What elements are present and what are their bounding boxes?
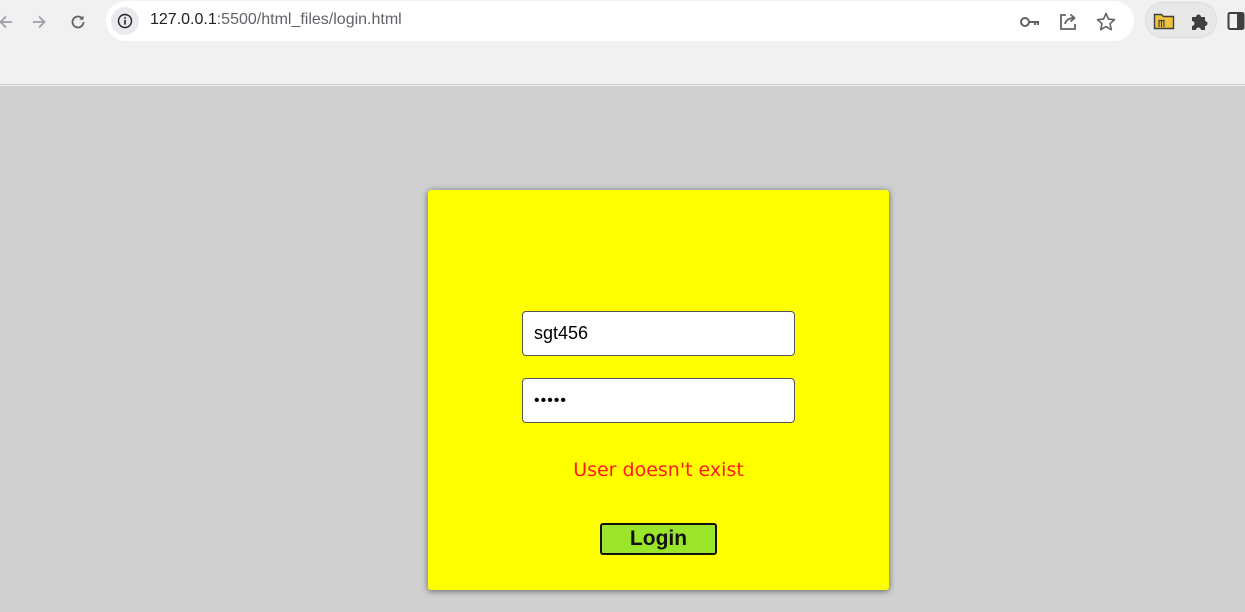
- login-card: User doesn't exist Login: [428, 190, 889, 590]
- password-input[interactable]: [522, 378, 795, 423]
- puzzle-icon[interactable]: [1187, 9, 1211, 33]
- browser-toolbar: 127.0.0.1:5500/html_files/login.html: [0, 0, 1245, 85]
- username-input[interactable]: [522, 311, 795, 356]
- folder-extension-icon[interactable]: [1152, 9, 1176, 33]
- page-content: User doesn't exist Login: [0, 86, 1245, 612]
- share-icon[interactable]: [1056, 10, 1080, 34]
- login-button[interactable]: Login: [600, 523, 717, 555]
- site-info-icon[interactable]: [111, 7, 139, 35]
- url-path: :5500/html_files/login.html: [216, 11, 402, 28]
- side-panel-icon[interactable]: [1227, 11, 1245, 36]
- error-message: User doesn't exist: [573, 459, 744, 481]
- star-icon[interactable]: [1094, 10, 1118, 34]
- back-arrow-icon[interactable]: [0, 8, 20, 36]
- forward-arrow-icon[interactable]: [25, 8, 53, 36]
- address-bar[interactable]: 127.0.0.1:5500/html_files/login.html: [106, 1, 1134, 41]
- extensions-area: [1145, 2, 1217, 38]
- key-icon[interactable]: [1018, 10, 1042, 34]
- reload-icon[interactable]: [64, 8, 92, 36]
- url-text[interactable]: 127.0.0.1:5500/html_files/login.html: [150, 11, 402, 29]
- url-host: 127.0.0.1: [150, 11, 217, 28]
